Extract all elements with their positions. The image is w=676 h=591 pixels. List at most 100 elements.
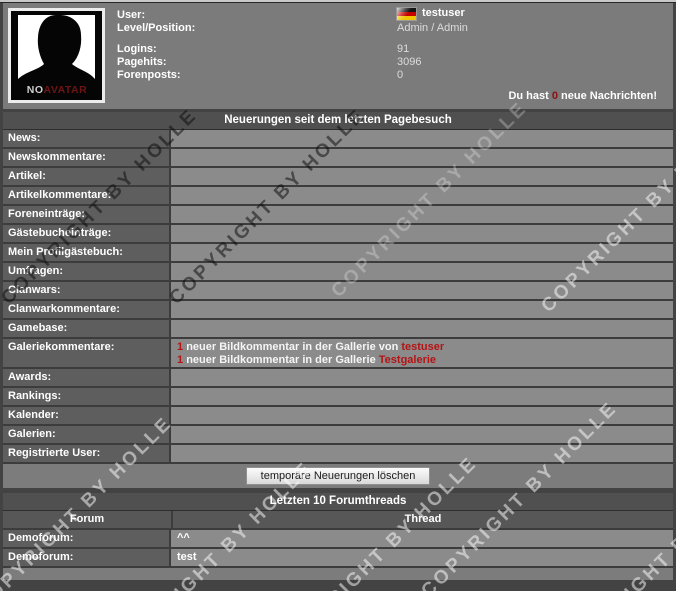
table-row: News: — [3, 130, 673, 149]
table-row: Gamebase: — [3, 320, 673, 339]
row-label: Kalender: — [3, 407, 171, 424]
row-label: Rankings: — [3, 388, 171, 405]
table-row: Artikel: — [3, 168, 673, 187]
gallery-count: 1 — [177, 341, 184, 353]
thread-link[interactable]: test — [171, 549, 673, 566]
row-value — [171, 388, 673, 405]
row-label: Awards: — [3, 369, 171, 386]
top-divider — [0, 0, 676, 3]
row-value — [171, 301, 673, 318]
username: testuser — [422, 7, 465, 19]
table-row: Demoforum: test — [3, 549, 673, 568]
gallery-comment-entry: 1 neuer Bildkommentar in der Gallerie Te… — [171, 354, 673, 367]
table-row: Rankings: — [3, 388, 673, 407]
forenposts-label: Forenposts: — [117, 69, 181, 81]
row-label: Gästebucheinträge: — [3, 225, 171, 242]
table-row: Artikelkommentare: — [3, 187, 673, 206]
logins-value: 91 — [397, 43, 410, 55]
gallery-link[interactable]: Testgalerie — [379, 354, 436, 366]
avatar: NOAVATAR — [8, 8, 105, 103]
clear-news-button[interactable]: temporäre Neuerungen löschen — [245, 467, 431, 485]
button-band: temporäre Neuerungen löschen — [3, 464, 673, 488]
row-label: Artikel: — [3, 168, 171, 185]
no-avatar-label-no: NO — [27, 84, 44, 96]
notice-count: 0 — [551, 90, 558, 102]
row-value — [171, 244, 673, 261]
no-avatar-image: NOAVATAR — [11, 11, 102, 100]
row-label: Clanwarkommentare: — [3, 301, 171, 318]
row-value — [171, 168, 673, 185]
pagehits-label: Pagehits: — [117, 56, 167, 68]
row-label: Registrierte User: — [3, 445, 171, 462]
no-avatar-label-avatar: AVATAR — [44, 84, 88, 96]
news-table-title: Neuerungen seit dem letzten Pagebesuch — [3, 112, 673, 130]
table-row-gallery-comments: Galeriekommentare: 1 neuer Bildkommentar… — [3, 339, 673, 369]
table-row: Gästebucheinträge: — [3, 225, 673, 244]
forum-column-header: Forum — [3, 511, 173, 528]
row-value — [171, 206, 673, 223]
user-value-line: testuser — [397, 7, 465, 20]
row-label: Umfragen: — [3, 263, 171, 280]
german-flag-icon — [397, 7, 416, 20]
row-value — [171, 263, 673, 280]
row-value — [171, 225, 673, 242]
row-label: Clanwars: — [3, 282, 171, 299]
table-row: Clanwarkommentare: — [3, 301, 673, 320]
row-label: Galerien: — [3, 426, 171, 443]
table-row: Foreneinträge: — [3, 206, 673, 225]
notice-suffix: neue Nachrichten! — [561, 90, 657, 102]
logins-label: Logins: — [117, 43, 157, 55]
table-row: Umfragen: — [3, 263, 673, 282]
level-label: Level/Position: — [117, 22, 196, 34]
row-label: Gamebase: — [3, 320, 171, 337]
news-table: News: Newskommentare: Artikel: Artikelko… — [3, 130, 673, 464]
row-value — [171, 426, 673, 443]
table-row: Demoforum: ^^ — [3, 530, 673, 549]
row-label: Galeriekommentare: — [3, 339, 171, 367]
thread-link[interactable]: ^^ — [171, 530, 673, 547]
pagehits-value: 3096 — [397, 56, 422, 68]
threads-table: Forum Thread Demoforum: ^^ Demoforum: te… — [3, 511, 673, 568]
row-label: Mein Profilgästebuch: — [3, 244, 171, 261]
row-label: Foreneinträge: — [3, 206, 171, 223]
table-row: Kalender: — [3, 407, 673, 426]
user-stats-panel: NOAVATAR User: Level/Position: Logins: P… — [3, 3, 673, 109]
row-label: Artikelkommentare: — [3, 187, 171, 204]
notice-prefix: Du hast — [508, 90, 549, 102]
forum-link[interactable]: Demoforum: — [3, 549, 171, 566]
user-label: User: — [117, 9, 146, 21]
table-row: Newskommentare: — [3, 149, 673, 168]
row-label: News: — [3, 130, 171, 147]
svg-text:NOAVATAR: NOAVATAR — [27, 84, 87, 96]
table-row: Galerien: — [3, 426, 673, 445]
gallery-user-link[interactable]: testuser — [401, 341, 444, 353]
forum-link[interactable]: Demoforum: — [3, 530, 171, 547]
row-value — [171, 407, 673, 424]
row-value: 1 neuer Bildkommentar in der Gallerie vo… — [171, 339, 673, 367]
gallery-comment-entry: 1 neuer Bildkommentar in der Gallerie vo… — [171, 339, 673, 354]
gallery-count: 1 — [177, 354, 184, 366]
messages-notice-link[interactable]: Du hast 0 neue Nachrichten! — [508, 90, 657, 102]
table-row: Mein Profilgästebuch: — [3, 244, 673, 263]
row-value — [171, 320, 673, 337]
row-value — [171, 187, 673, 204]
row-value — [171, 282, 673, 299]
empty-footer-row — [3, 568, 673, 580]
gallery-text: neuer Bildkommentar in der Gallerie von — [186, 341, 399, 353]
level-value: Admin / Admin — [397, 22, 468, 34]
forenposts-value: 0 — [397, 69, 404, 81]
threads-table-title: Letzten 10 Forumthreads — [3, 493, 673, 511]
row-value — [171, 149, 673, 166]
user-panel-page: NOAVATAR User: Level/Position: Logins: P… — [0, 0, 676, 591]
gallery-text: neuer Bildkommentar in der Gallerie — [186, 354, 376, 366]
row-value — [171, 445, 673, 462]
row-value — [171, 369, 673, 386]
page-content: NOAVATAR User: Level/Position: Logins: P… — [3, 0, 673, 580]
threads-header-row: Forum Thread — [3, 511, 673, 530]
table-row: Clanwars: — [3, 282, 673, 301]
row-label: Newskommentare: — [3, 149, 171, 166]
thread-column-header: Thread — [173, 511, 673, 528]
row-value — [171, 130, 673, 147]
table-row: Awards: — [3, 369, 673, 388]
table-row: Registrierte User: — [3, 445, 673, 464]
